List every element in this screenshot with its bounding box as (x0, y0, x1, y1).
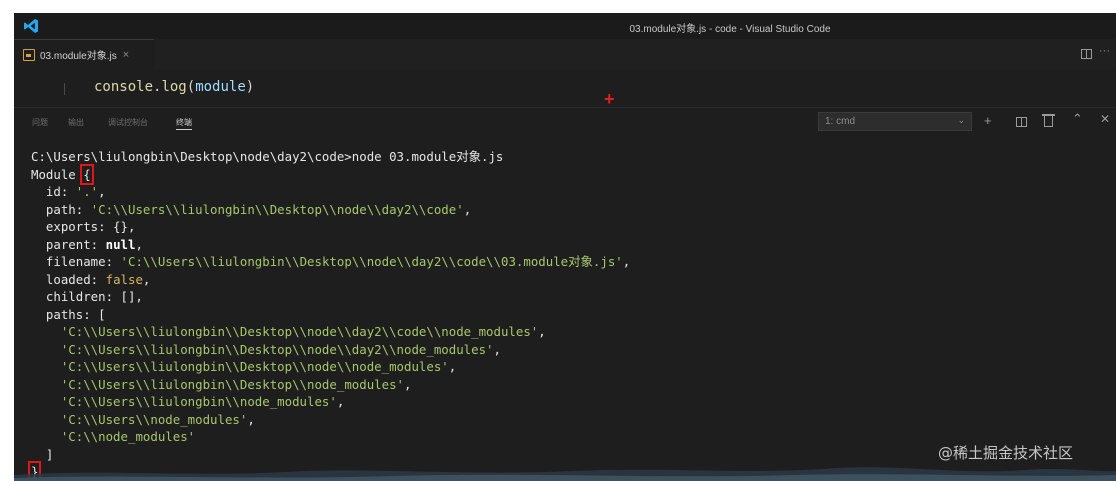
code-line: console.log(module) (94, 79, 254, 95)
terminal-select-value: 1: cmd (825, 116, 856, 127)
filename-key: filename: (31, 254, 121, 269)
path-entry-value: 'C:\\Users\\liulongbin\\Desktop\\node_mo… (60, 376, 404, 392)
terminal-line-parent: parent: null, (31, 236, 143, 252)
path-entry-value: 'C:\\Users\\liulongbin\\Desktop\\node\\n… (60, 359, 449, 374)
watermark: @稀土掘金技术社区 (938, 444, 1074, 462)
terminal-path-entry: 'C:\\Users\\liulongbin\\node_modules', (60, 394, 345, 409)
path-entry-value: 'C:\\Users\\liulongbin\\Desktop\\node\\d… (60, 324, 539, 339)
split-editor-icon[interactable] (1081, 49, 1092, 59)
code-editor[interactable]: console.log(module) (14, 69, 1116, 107)
terminal-select[interactable]: 1: cmd ⌄ (818, 112, 972, 131)
close-icon[interactable]: × (123, 49, 129, 61)
code-argument: module (195, 79, 246, 95)
terminal-line-path: path: 'C:\\Users\\liulongbin\\Desktop\\n… (31, 201, 472, 217)
file-js-icon (23, 48, 35, 61)
terminal-command: C:\Users\liulongbin\Desktop\node\day2\co… (31, 149, 504, 164)
terminal-line-exports: exports: {}, (31, 219, 136, 234)
chevron-up-icon[interactable]: ⌃ (1072, 111, 1083, 127)
path-entry-value: 'C:\\Users\\liulongbin\\node_modules' (60, 394, 337, 409)
terminal-path-entry: 'C:\\Users\\liulongbin\\Desktop\\node_mo… (60, 376, 412, 392)
loaded-value: false (105, 271, 143, 287)
trash-icon[interactable] (1042, 114, 1055, 127)
code-open-paren: ( (186, 79, 196, 95)
code-function: log (161, 79, 187, 95)
path-value: 'C:\\Users\\liulongbin\\Desktop\\node\\d… (90, 201, 464, 217)
path-key: path: (31, 201, 91, 217)
path-entry-value: 'C:\\Users\\node_modules' (60, 411, 248, 427)
panel-header: 问题 输出 调试控制台 终端 1: cmd ⌄ + ⌃ ✕ (14, 107, 1116, 135)
terminal-output[interactable]: C:\Users\liulongbin\Desktop\node\day2\co… (14, 135, 1116, 481)
terminal-line-filename: filename: 'C:\\Users\\liulongbin\\Deskto… (31, 254, 631, 269)
chevron-down-icon: ⌄ (957, 115, 965, 125)
split-terminal-icon[interactable] (1016, 117, 1027, 127)
tab-label: 03.module对象.js (40, 51, 117, 62)
tab-problems[interactable]: 问题 (32, 117, 48, 128)
code-object: console (94, 79, 154, 95)
highlighted-open-brace: { (80, 163, 94, 185)
add-terminal-icon[interactable]: + (984, 113, 992, 128)
filename-value: 'C:\\Users\\liulongbin\\Desktop\\node\\d… (120, 254, 623, 269)
terminal-line-module: Module { (31, 163, 1116, 185)
terminal-path-entry: 'C:\\Users\\node_modules', (60, 411, 255, 427)
tab-terminal[interactable]: 终端 (176, 117, 192, 130)
path-entry-value: 'C:\\node_modules' (60, 429, 196, 444)
terminal-line-id: id: '.', (31, 184, 106, 199)
parent-key: parent: (31, 236, 106, 252)
loaded-key: loaded: (31, 271, 106, 287)
tab-output[interactable]: 输出 (68, 117, 84, 128)
more-actions-icon[interactable]: ··· (1099, 45, 1110, 57)
terminal-line-children: children: [], (31, 289, 143, 304)
terminal-line-paths: paths: [ (31, 306, 106, 322)
tab-debug-console[interactable]: 调试控制台 (108, 117, 148, 128)
terminal-path-entry: 'C:\\Users\\liulongbin\\Desktop\\node\\n… (60, 359, 457, 374)
editor-tab-bar: 03.module对象.js × ··· (14, 39, 1116, 69)
code-close-paren: ) (245, 79, 255, 95)
vscode-window: 03.module对象.js - code - Visual Studio Co… (14, 13, 1116, 481)
id-value: '.' (75, 184, 99, 199)
title-bar: 03.module对象.js - code - Visual Studio Co… (14, 13, 1116, 39)
id-key: id: (31, 184, 76, 199)
terminal-path-entry: 'C:\\Users\\liulongbin\\Desktop\\node\\d… (60, 341, 501, 357)
window-title: 03.module对象.js - code - Visual Studio Co… (629, 24, 831, 35)
terminal-path-entry: 'C:\\Users\\liulongbin\\Desktop\\node\\d… (60, 324, 546, 339)
path-entry-value: 'C:\\Users\\liulongbin\\Desktop\\node\\d… (60, 341, 494, 357)
editor-tab[interactable]: 03.module对象.js × (14, 39, 154, 69)
terminal-line-loaded: loaded: false, (31, 271, 151, 287)
close-panel-icon[interactable]: ✕ (1100, 112, 1110, 126)
module-label: Module (31, 166, 84, 182)
parent-value: null (105, 236, 136, 252)
indent-guide (64, 83, 65, 95)
